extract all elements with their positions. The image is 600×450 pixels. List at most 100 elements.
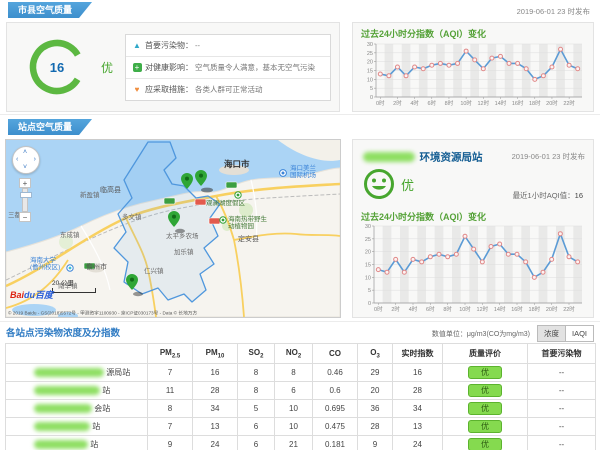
value-cell: 7 <box>148 418 193 436</box>
aqi-gauge: 16 <box>25 35 89 99</box>
section-tab-city[interactable]: 市县空气质量 <box>8 2 92 18</box>
station-pin-icon[interactable] <box>181 173 193 194</box>
station-name-cell: 站 <box>6 382 148 400</box>
station-name-suffix: 会站 <box>92 404 110 413</box>
rating-cell: 优 <box>443 382 528 400</box>
table-row: 会站8345100.6953634优-- <box>6 400 596 418</box>
value-cell: 20 <box>358 382 393 400</box>
svg-text:20: 20 <box>367 60 373 66</box>
table-row: 源局站716880.462916优-- <box>6 364 596 382</box>
value-cell: 28 <box>193 382 238 400</box>
value-cell: 8 <box>238 364 275 382</box>
svg-text:2时: 2时 <box>391 305 400 313</box>
map-pan-control[interactable]: ˄ ˅ ‹ › <box>12 146 40 174</box>
station-pin-icon[interactable] <box>126 274 138 295</box>
station-aqi-line-chart: 0510152025300时2时4时6时8时10时12时14时16时18时20时… <box>358 222 586 314</box>
svg-text:15: 15 <box>367 69 373 75</box>
info-value: 空气质量令人满意，基本无空气污染 <box>195 62 315 73</box>
pollutant-triangle-icon: ▲ <box>133 41 141 50</box>
svg-text:10时: 10时 <box>460 99 472 107</box>
value-cell: 24 <box>193 436 238 450</box>
section-tab-station[interactable]: 站点空气质量 <box>8 119 92 135</box>
zoom-in-button[interactable]: + <box>19 178 31 188</box>
map-scale-label: 20 公里 <box>52 280 74 287</box>
unit-label: 数值单位：μg/m3(CO为mg/m3) <box>432 329 530 339</box>
value-cell: 34 <box>393 400 443 418</box>
station-name-redacted <box>363 152 415 162</box>
svg-text:18时: 18时 <box>529 305 541 313</box>
quality-rating-badge: 优 <box>468 438 502 450</box>
toggle-IAQI[interactable]: IAQI <box>565 325 594 342</box>
value-cell: 11 <box>148 382 193 400</box>
section-tab-station-label: 站点空气质量 <box>18 122 72 132</box>
quality-rating-badge: 优 <box>468 384 502 397</box>
primary-pollutant-cell: -- <box>528 364 596 382</box>
station-pin-icon[interactable] <box>195 170 207 191</box>
value-cell: 6 <box>275 382 313 400</box>
station-pin-icon[interactable] <box>168 211 180 232</box>
pan-down-icon[interactable]: ˅ <box>23 164 27 171</box>
primary-pollutant-cell: -- <box>528 418 596 436</box>
baidu-logo[interactable]: Baidu百度 <box>10 288 53 301</box>
svg-text:14时: 14时 <box>494 305 506 313</box>
svg-text:10时: 10时 <box>459 305 471 313</box>
info-row: ▲首要污染物：-- <box>126 35 330 57</box>
station-map[interactable]: 海口市临高县儋州市定安县三都镇新盈镇东成镇多文镇南丰镇仁兴镇加乐镇太平乡农场海口… <box>5 139 341 318</box>
station-aqi-level: 优 <box>401 175 414 194</box>
section-divider <box>0 321 600 322</box>
station-name-redacted <box>34 368 104 377</box>
zoom-slider-handle[interactable] <box>20 192 32 198</box>
svg-text:16时: 16时 <box>512 99 524 107</box>
city-aqi-panel: 16 优 ▲首要污染物：--+对健康影响：空气质量令人满意，基本无空气污染♥应采… <box>6 22 340 112</box>
svg-text:12时: 12时 <box>477 99 489 107</box>
value-cell: 0.6 <box>313 382 358 400</box>
svg-text:30: 30 <box>367 42 373 48</box>
quality-rating-badge: 优 <box>468 366 502 379</box>
pan-up-icon[interactable]: ˄ <box>23 149 27 156</box>
pan-right-icon[interactable]: › <box>34 156 36 163</box>
info-value: 各类人群可正常活动 <box>195 84 263 95</box>
city-publish-date: 2019-06-01 23 时发布 <box>517 6 590 17</box>
rating-cell: 优 <box>443 364 528 382</box>
wildlife-park-poi-icon <box>220 217 226 223</box>
health-plus-icon: + <box>133 63 142 72</box>
station-name-suffix: 站 <box>100 386 110 395</box>
primary-pollutant-cell: -- <box>528 382 596 400</box>
value-cell: 28 <box>358 418 393 436</box>
station-name-suffix: 站 <box>90 422 100 431</box>
svg-text:0: 0 <box>370 95 373 101</box>
svg-text:22时: 22时 <box>563 99 575 107</box>
value-cell: 16 <box>193 364 238 382</box>
svg-text:0时: 0时 <box>376 99 385 107</box>
value-cell: 13 <box>393 418 443 436</box>
pollutant-table: PM2.5PM10SO2NO2COO3实时指数质量评价首要污染物 源局站7168… <box>5 343 596 450</box>
svg-text:22时: 22时 <box>563 305 575 313</box>
station-name-redacted <box>34 404 92 413</box>
zoom-slider[interactable] <box>22 188 28 212</box>
column-header: PM10 <box>193 344 238 364</box>
city-chart-title: 过去24小时分指数（AQI）变化 <box>361 27 486 40</box>
map-copyright: © 2019 Baidu - GS(2018)5572号 - 甲测资字11009… <box>8 309 197 316</box>
primary-pollutant-cell: -- <box>528 436 596 450</box>
city-aqi-line-chart: 0510152025300时2时4时6时8时10时12时14时16时18时20时… <box>360 40 586 108</box>
unit-toggle-group: 浓度IAQI <box>538 325 594 342</box>
svg-text:12时: 12时 <box>477 305 489 313</box>
toggle-浓度[interactable]: 浓度 <box>537 325 566 342</box>
university-poi-icon <box>67 265 73 271</box>
info-label: 首要污染物： <box>145 40 193 51</box>
pan-left-icon[interactable]: ‹ <box>16 156 18 163</box>
station-name-cell: 会站 <box>6 400 148 418</box>
svg-text:15: 15 <box>365 263 371 269</box>
svg-text:4时: 4时 <box>410 99 419 107</box>
value-cell: 16 <box>393 364 443 382</box>
rating-cell: 优 <box>443 400 528 418</box>
value-cell: 6 <box>238 418 275 436</box>
station-latest-aqi-value: 16 <box>575 191 583 200</box>
zoom-out-button[interactable]: − <box>19 212 31 222</box>
column-header: 首要污染物 <box>528 344 596 364</box>
airport-poi-icon <box>280 170 287 177</box>
map-controls: ˄ ˅ ‹ › + − <box>12 146 40 174</box>
column-header: 实时指数 <box>393 344 443 364</box>
station-name-cell: 源局站 <box>6 364 148 382</box>
value-cell: 29 <box>358 364 393 382</box>
